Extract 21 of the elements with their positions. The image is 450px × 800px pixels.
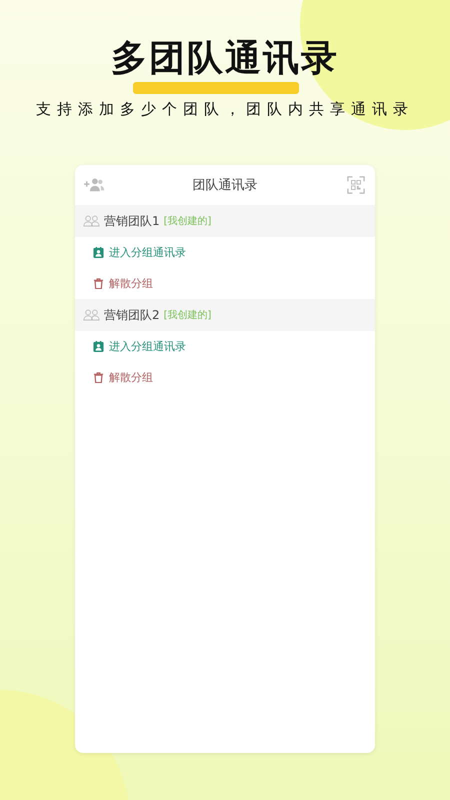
action-item[interactable]: 进入分组通讯录 — [75, 331, 375, 362]
scan-icon[interactable] — [345, 176, 367, 194]
action-item[interactable]: 解散分组 — [75, 268, 375, 299]
contact-card-icon — [93, 247, 104, 258]
creator-tag: [我创建的] — [164, 214, 212, 228]
people-icon — [83, 309, 100, 321]
team-name: 营销团队2 — [104, 306, 160, 324]
subtitle: 支持添加多少个团队，团队内共享通讯录 — [36, 100, 414, 119]
headline: 多团队通讯录 — [111, 38, 339, 80]
people-icon — [83, 215, 100, 227]
contact-card-icon — [93, 341, 104, 352]
screen-title: 团队通讯录 — [192, 177, 258, 194]
team-name: 营销团队1 — [104, 212, 160, 230]
team-header[interactable]: 营销团队1 [我创建的] — [75, 205, 375, 237]
trash-icon — [93, 372, 104, 383]
trash-icon — [93, 278, 104, 289]
action-item[interactable]: 进入分组通讯录 — [75, 237, 375, 268]
add-people-icon[interactable] — [83, 176, 105, 194]
team-header[interactable]: 营销团队2 [我创建的] — [75, 299, 375, 331]
action-item[interactable]: 解散分组 — [75, 362, 375, 393]
creator-tag: [我创建的] — [164, 308, 212, 322]
